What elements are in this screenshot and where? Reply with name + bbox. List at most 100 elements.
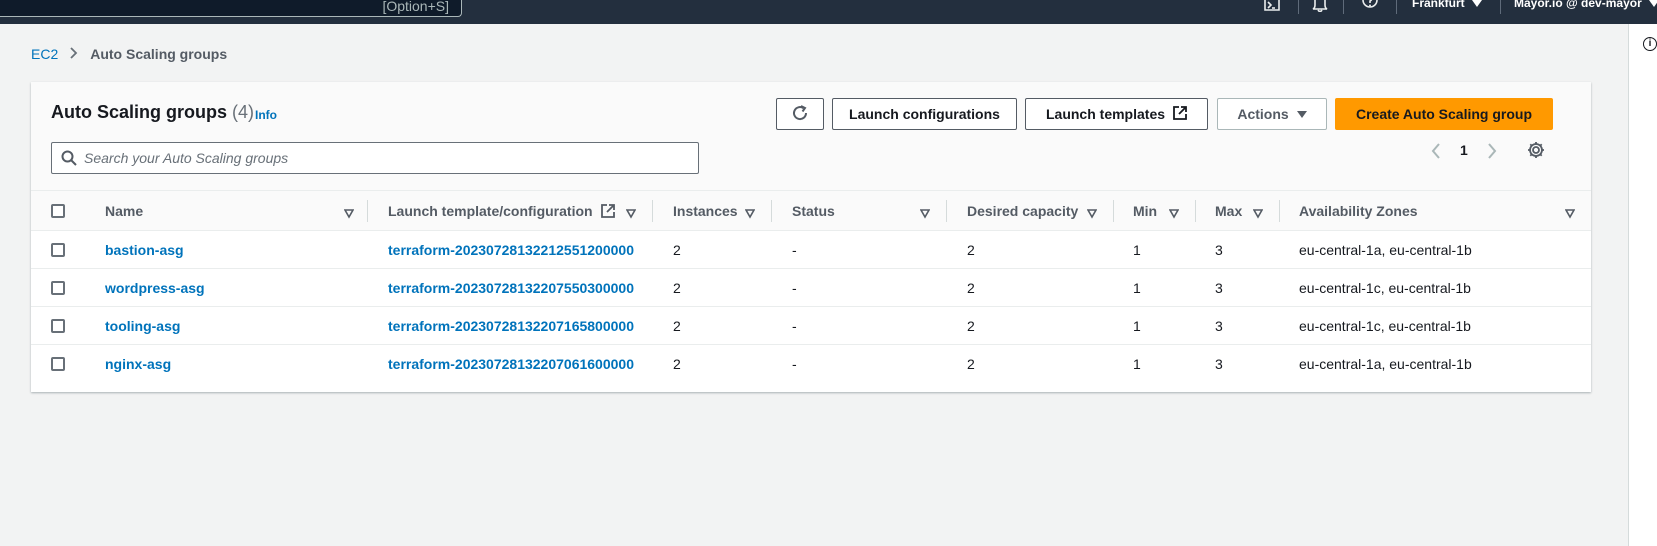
launch-template-link[interactable]: terraform-20230728132207165800000 [388, 307, 646, 345]
desired-capacity-cell: 2 [967, 280, 975, 296]
nav-divider [1500, 0, 1501, 14]
sort-icon[interactable] [625, 206, 637, 224]
table-header: Name Launch template/configuration Insta… [31, 190, 1591, 231]
info-link[interactable]: Info [255, 108, 277, 122]
instances-cell: 2 [673, 318, 681, 334]
desired-capacity-cell: 2 [967, 356, 975, 372]
max-cell: 3 [1215, 242, 1223, 258]
row-checkbox[interactable] [51, 357, 65, 371]
status-cell: - [792, 356, 797, 372]
launch-templates-label: Launch templates [1045, 106, 1166, 122]
external-link-icon [1173, 105, 1187, 123]
search-icon [61, 150, 77, 171]
create-auto-scaling-group-button[interactable]: Create Auto Scaling group [1335, 98, 1553, 130]
sort-icon[interactable] [1252, 206, 1264, 224]
account-menu[interactable]: Mayor.io @ dev-mayor [1514, 0, 1657, 10]
top-navigation-bar: [Option+S] Frankfurt Mayor.io @ dev-mayo… [0, 0, 1657, 24]
status-cell: - [792, 318, 797, 334]
asg-name-link[interactable]: tooling-asg [105, 307, 365, 345]
breadcrumb: EC2 Auto Scaling groups [31, 46, 227, 62]
launch-template-link[interactable]: terraform-20230728132212551200000 [388, 231, 646, 269]
column-divider[interactable] [946, 200, 947, 222]
launch-template-link[interactable]: terraform-20230728132207061600000 [388, 345, 646, 383]
sort-icon[interactable] [1086, 206, 1098, 224]
asg-name-link[interactable]: wordpress-asg [105, 269, 365, 307]
region-label: Frankfurt [1412, 0, 1465, 10]
group-count: (4) [232, 102, 255, 122]
row-checkbox[interactable] [51, 281, 65, 295]
current-page[interactable]: 1 [1460, 142, 1468, 158]
bell-icon[interactable] [1312, 0, 1328, 12]
min-cell: 1 [1133, 356, 1141, 372]
refresh-icon [791, 104, 809, 125]
table-row[interactable]: wordpress-asg terraform-2023072813220755… [31, 269, 1591, 307]
column-header-desired-capacity[interactable]: Desired capacity [967, 191, 1078, 231]
column-header-launch[interactable]: Launch template/configuration [388, 191, 615, 231]
cloudshell-icon[interactable] [1264, 0, 1280, 12]
chevron-down-icon [1296, 110, 1307, 118]
external-link-icon [600, 204, 615, 218]
actions-dropdown[interactable]: Actions [1217, 98, 1327, 130]
info-icon[interactable]: i [1643, 37, 1657, 51]
next-page-button[interactable] [1487, 143, 1497, 162]
instances-cell: 2 [673, 242, 681, 258]
title-text: Auto Scaling groups [51, 102, 228, 122]
column-divider[interactable] [1279, 200, 1280, 222]
sort-icon[interactable] [744, 206, 756, 224]
table-row[interactable]: tooling-asg terraform-202307281322071658… [31, 307, 1591, 345]
table-body: bastion-asg terraform-202307281322125512… [31, 231, 1591, 392]
row-checkbox[interactable] [51, 319, 65, 333]
global-search-input[interactable]: [Option+S] [0, 0, 462, 17]
column-divider[interactable] [652, 200, 653, 222]
refresh-button[interactable] [776, 98, 824, 130]
column-header-availability-zones[interactable]: Availability Zones [1299, 191, 1418, 231]
column-header-status[interactable]: Status [792, 191, 835, 231]
launch-template-link[interactable]: terraform-20230728132207550300000 [388, 269, 646, 307]
desired-capacity-cell: 2 [967, 318, 975, 334]
create-label: Create Auto Scaling group [1355, 106, 1533, 122]
row-checkbox[interactable] [51, 243, 65, 257]
status-cell: - [792, 280, 797, 296]
sort-icon[interactable] [1168, 206, 1180, 224]
max-cell: 3 [1215, 280, 1223, 296]
breadcrumb-ec2-link[interactable]: EC2 [31, 46, 58, 62]
column-divider[interactable] [771, 200, 772, 222]
column-header-max[interactable]: Max [1215, 191, 1242, 231]
asg-name-link[interactable]: bastion-asg [105, 231, 365, 269]
chevron-right-icon [70, 46, 78, 62]
column-header-instances[interactable]: Instances [673, 191, 738, 231]
max-cell: 3 [1215, 318, 1223, 334]
availability-zones-cell: eu-central-1c, eu-central-1b [1299, 318, 1471, 334]
min-cell: 1 [1133, 280, 1141, 296]
gear-icon[interactable] [1527, 141, 1545, 162]
asg-name-link[interactable]: nginx-asg [105, 345, 365, 383]
breadcrumb-current: Auto Scaling groups [90, 46, 228, 62]
sort-icon[interactable] [1564, 206, 1576, 224]
help-icon[interactable] [1362, 0, 1378, 12]
instances-cell: 2 [673, 356, 681, 372]
column-divider[interactable] [1113, 200, 1114, 222]
panel-header: Auto Scaling groups (4) Info Launch conf… [31, 82, 1591, 190]
column-header-name[interactable]: Name [105, 191, 143, 231]
desired-capacity-cell: 2 [967, 242, 975, 258]
instances-cell: 2 [673, 280, 681, 296]
nav-divider [1396, 0, 1397, 14]
region-selector[interactable]: Frankfurt [1412, 0, 1483, 10]
column-divider[interactable] [367, 200, 368, 222]
column-header-min[interactable]: Min [1133, 191, 1157, 231]
search-input[interactable] [84, 143, 684, 173]
table-row[interactable]: bastion-asg terraform-202307281322125512… [31, 231, 1591, 269]
table-row[interactable]: nginx-asg terraform-20230728132207061600… [31, 345, 1591, 383]
select-all-checkbox[interactable] [51, 204, 65, 218]
auto-scaling-groups-panel: Auto Scaling groups (4) Info Launch conf… [31, 82, 1591, 392]
min-cell: 1 [1133, 242, 1141, 258]
column-divider[interactable] [1195, 200, 1196, 222]
search-shortcut-hint: [Option+S] [382, 0, 449, 14]
launch-configurations-button[interactable]: Launch configurations [832, 98, 1017, 130]
status-cell: - [792, 242, 797, 258]
page-title: Auto Scaling groups (4) [51, 102, 254, 123]
launch-templates-button[interactable]: Launch templates [1025, 98, 1208, 130]
sort-icon[interactable] [919, 206, 931, 224]
previous-page-button[interactable] [1431, 143, 1441, 162]
sort-icon[interactable] [343, 206, 355, 224]
